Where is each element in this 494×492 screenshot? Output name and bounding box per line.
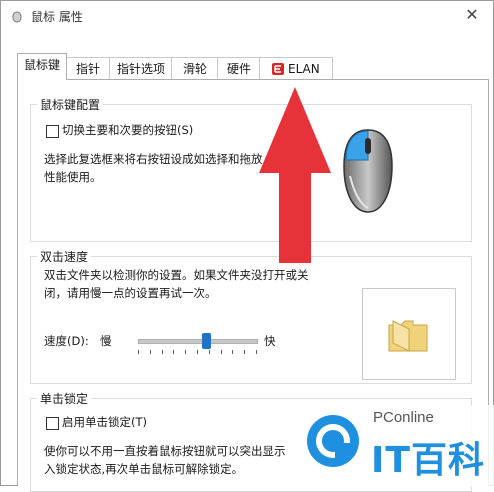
close-button[interactable]: ✕ [457,3,487,27]
switch-buttons-label[interactable]: 切换主要和次要的按钮(S) [62,121,193,139]
tab-label: 指针 [75,62,100,76]
tab-label: 硬件 [226,62,251,76]
mouse-properties-window: 鼠标 属性 ✕ 鼠标键 指针 指针选项 滑轮 硬件 ELAN 鼠标键配置 切换主… [0,0,494,492]
window-title: 鼠标 属性 [31,10,83,24]
slider-tick [232,350,234,354]
tab-label: 鼠标键 [23,58,60,72]
tab-hardware[interactable]: 硬件 [217,57,261,80]
speed-label: 速度(D): [44,334,89,348]
tab-label: ELAN [288,62,320,76]
watermark: PConline IT百科 [299,405,494,487]
tab-strip: 鼠标键 指针 指针选项 滑轮 硬件 ELAN [17,53,487,81]
tab-buttons[interactable]: 鼠标键 [17,53,67,80]
tab-pointers[interactable]: 指针 [65,57,111,80]
tab-label: 滑轮 [182,62,207,76]
slider-tick [161,350,163,354]
test-folder-box[interactable] [362,288,456,380]
slider-tick [197,350,198,354]
button-config-description-2: 性能使用。 [44,170,102,184]
watermark-brand: PConline [373,409,434,426]
double-click-description-1: 双击文件夹以检测你的设置。如果文件夹没打开或关 [44,268,309,282]
click-lock-checkbox[interactable] [46,417,59,430]
switch-buttons-checkbox[interactable] [46,125,59,138]
slow-label: 慢 [100,334,112,348]
click-lock-description-1: 使你可以不用一直按着鼠标按钮就可以突出显示 [44,444,286,458]
slider-tick [149,350,151,354]
fast-label: 快 [264,334,276,348]
elan-icon [272,63,284,75]
slider-tick [173,350,175,354]
double-click-label: 双击速度 [40,250,89,264]
slider-tick [220,350,222,354]
click-lock-label: 单击锁定 [40,392,89,406]
pconline-logo-icon [307,415,359,467]
mouse-app-icon [12,11,22,23]
tab-wheel[interactable]: 滑轮 [171,57,219,80]
tab-label: 指针选项 [116,62,165,76]
title-bar: 鼠标 属性 ✕ [1,1,493,31]
tab-elan[interactable]: ELAN [259,57,333,80]
watermark-logo-text: IT百科 [371,440,485,481]
slider-tick [138,350,139,354]
double-click-description-2: 闭，请用慢一点的设置再试一次。 [44,286,217,300]
slider-tick [185,350,187,354]
mouse-image-icon [343,129,393,213]
click-lock-checkbox-label[interactable]: 启用单击锁定(T) [62,413,147,431]
slider-tick [208,350,210,354]
button-config-label: 鼠标键配置 [40,98,101,112]
folder-icon [388,320,428,352]
slider-tick [244,350,246,354]
speed-slider-track[interactable] [138,339,258,344]
tab-pointer-options[interactable]: 指针选项 [109,57,173,80]
red-arrow-annotation [259,87,331,263]
click-lock-description-2: 入锁定状态,再次单击鼠标可解除锁定。 [44,462,244,476]
button-config-description-1: 选择此复选框来将右按钮设成如选择和拖放 [44,152,263,166]
speed-slider-thumb[interactable] [202,333,212,349]
slider-tick [256,350,257,354]
